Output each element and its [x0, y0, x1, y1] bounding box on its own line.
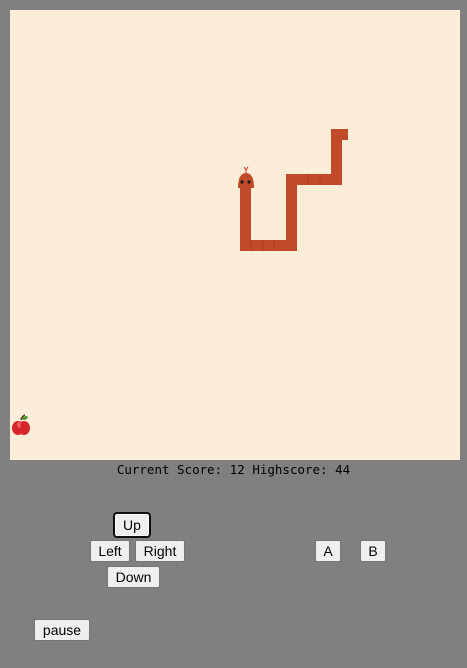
pause-button[interactable]: pause	[34, 619, 90, 641]
current-score-value: 12	[229, 462, 245, 477]
a-button[interactable]: A	[315, 540, 341, 562]
up-button[interactable]: Up	[113, 512, 151, 538]
left-button[interactable]: Left	[90, 540, 130, 562]
down-button[interactable]: Down	[107, 566, 160, 588]
game-board	[10, 10, 460, 460]
current-score-label: Current Score:	[116, 462, 223, 477]
snake-eye	[247, 180, 251, 184]
snake-eye	[240, 180, 244, 184]
score-display: Current Score: 12 Highscore: 44	[0, 462, 467, 477]
highscore-label: Highscore:	[252, 462, 328, 477]
snake-tongue	[243, 166, 249, 173]
snake-head	[238, 173, 254, 188]
snake-body-segment	[331, 129, 348, 140]
right-button[interactable]: Right	[135, 540, 185, 562]
highscore-value: 44	[335, 462, 351, 477]
snake-body-segment	[286, 174, 297, 251]
snake	[238, 129, 348, 251]
game-canvas	[12, 129, 348, 435]
b-button[interactable]: B	[360, 540, 386, 562]
apple-icon	[12, 414, 30, 435]
